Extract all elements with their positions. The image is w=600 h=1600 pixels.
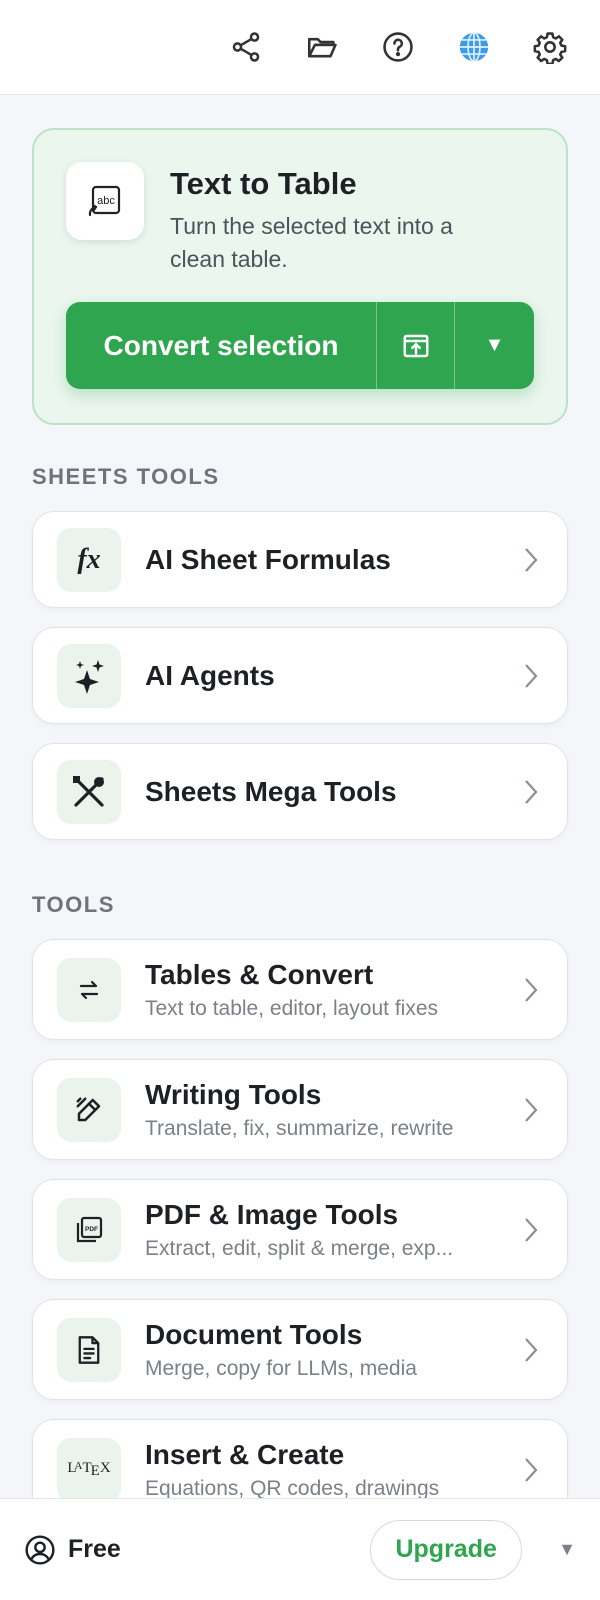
bottom-bar: Free Upgrade ▼	[0, 1498, 600, 1600]
caret-down-icon[interactable]: ▼	[455, 302, 534, 389]
convert-button-group: Convert selection ▼	[66, 302, 534, 389]
tool-card-title: AI Sheet Formulas	[145, 543, 391, 575]
hero-title: Text to Table	[170, 166, 357, 201]
tool-card-writing-tools[interactable]: Writing Tools Translate, fix, summarize,…	[32, 1059, 568, 1160]
tool-card-title: AI Agents	[145, 659, 275, 691]
tool-card-tables-convert[interactable]: Tables & Convert Text to table, editor, …	[32, 939, 568, 1040]
tool-card-ai-agents[interactable]: AI Agents	[32, 627, 568, 724]
svg-text:PDF: PDF	[85, 1226, 98, 1233]
section-label-sheets-tools: SHEETS TOOLS	[32, 464, 220, 489]
tool-card-title: Document Tools	[145, 1318, 363, 1350]
sparkle-icon	[57, 643, 121, 708]
section-label-tools: TOOLS	[32, 892, 115, 917]
tools-icon	[57, 759, 121, 824]
tool-card-subtitle: Extract, edit, split & merge, exp...	[145, 1236, 454, 1260]
share-icon[interactable]	[226, 27, 266, 67]
upgrade-button[interactable]: Upgrade	[370, 1519, 523, 1580]
tool-card-title: Writing Tools	[145, 1078, 322, 1110]
chevron-right-icon	[511, 662, 551, 690]
latex-icon: LATEX	[57, 1437, 121, 1502]
gear-icon[interactable]	[530, 27, 570, 67]
tool-card-title: Tables & Convert	[145, 958, 374, 990]
user-icon	[25, 1534, 55, 1565]
plan-indicator[interactable]: Free	[24, 1534, 121, 1566]
chevron-right-icon	[511, 1096, 551, 1124]
tool-card-subtitle: Text to table, editor, layout fixes	[145, 996, 438, 1020]
text-to-table-card: abc Text to Table Turn the selected text…	[32, 128, 568, 425]
svg-text:abc: abc	[97, 195, 115, 207]
chevron-right-icon	[511, 1216, 551, 1244]
text-to-table-icon: abc	[66, 162, 144, 240]
pen-icon	[57, 1077, 121, 1142]
tool-card-subtitle: Translate, fix, summarize, rewrite	[145, 1116, 454, 1140]
caret-down-icon[interactable]: ▼	[558, 1539, 576, 1560]
tool-card-sheets-mega-tools[interactable]: Sheets Mega Tools	[32, 743, 568, 840]
swap-arrows-icon	[57, 957, 121, 1022]
export-icon	[403, 334, 428, 357]
tool-card-document-tools[interactable]: Document Tools Merge, copy for LLMs, med…	[32, 1299, 568, 1400]
document-icon	[57, 1317, 121, 1382]
tool-card-subtitle: Equations, QR codes, drawings	[145, 1476, 440, 1500]
help-icon[interactable]	[378, 27, 418, 67]
tool-card-subtitle: Merge, copy for LLMs, media	[145, 1356, 417, 1380]
export-button[interactable]	[377, 302, 455, 389]
tool-card-title: Sheets Mega Tools	[145, 775, 397, 807]
convert-selection-button[interactable]: Convert selection	[66, 302, 377, 389]
chevron-right-icon	[511, 546, 551, 574]
chevron-right-icon	[511, 976, 551, 1004]
tool-card-title: PDF & Image Tools	[145, 1198, 399, 1230]
folder-icon[interactable]	[302, 27, 342, 67]
plan-label: Free	[68, 1535, 121, 1563]
pdf-icon: PDF	[57, 1197, 121, 1262]
fx-icon: fx	[57, 527, 121, 592]
hero-description: Turn the selected text into a clean tabl…	[170, 213, 453, 272]
tool-card-title: Insert & Create	[145, 1438, 345, 1470]
chevron-right-icon	[511, 778, 551, 806]
tool-card-ai-sheet-formulas[interactable]: fx AI Sheet Formulas	[32, 511, 568, 608]
main-content: abc Text to Table Turn the selected text…	[32, 128, 568, 1520]
chevron-right-icon	[511, 1456, 551, 1484]
chevron-right-icon	[511, 1336, 551, 1364]
top-toolbar	[0, 0, 600, 95]
tool-card-pdf-image-tools[interactable]: PDF PDF & Image Tools Extract, edit, spl…	[32, 1179, 568, 1280]
globe-icon[interactable]	[454, 27, 494, 67]
